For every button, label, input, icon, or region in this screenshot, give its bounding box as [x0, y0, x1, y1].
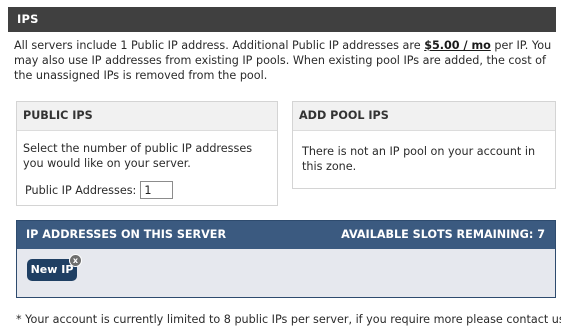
public-ips-description: Select the number of public IP addresses… [23, 142, 253, 170]
new-ip-button[interactable]: New IP x [27, 254, 82, 281]
no-pool-message: There is not an IP pool on your account … [302, 145, 536, 173]
add-pool-ips-panel: ADD POOL IPS There is not an IP pool on … [292, 101, 556, 189]
public-ip-count-label: Public IP Addresses: [25, 183, 137, 197]
server-ips-panel: IP ADDRESSES ON THIS SERVER AVAILABLE SL… [16, 220, 556, 298]
server-ips-title: IP ADDRESSES ON THIS SERVER [26, 228, 227, 241]
public-ips-panel: PUBLIC IPS Select the number of public I… [16, 101, 278, 206]
section-title: IPS [17, 12, 39, 26]
available-slots-label: AVAILABLE SLOTS REMAINING: 7 [341, 228, 545, 241]
ip-limit-footnote: * Your account is currently limited to 8… [16, 313, 561, 326]
public-ip-count-row: Public IP Addresses: [23, 181, 271, 199]
add-pool-ips-title: ADD POOL IPS [293, 102, 555, 131]
intro-text-before: All servers include 1 Public IP address.… [14, 39, 425, 52]
remove-ip-icon[interactable]: x [69, 254, 82, 267]
ip-price: $5.00 / mo [424, 39, 491, 52]
server-ips-header: IP ADDRESSES ON THIS SERVER AVAILABLE SL… [17, 221, 555, 249]
public-ip-count-input[interactable] [140, 181, 174, 199]
ips-intro-text: All servers include 1 Public IP address.… [14, 38, 554, 83]
section-header: IPS [8, 7, 556, 32]
new-ip-label: New IP [30, 263, 74, 276]
public-ips-title: PUBLIC IPS [17, 102, 277, 131]
